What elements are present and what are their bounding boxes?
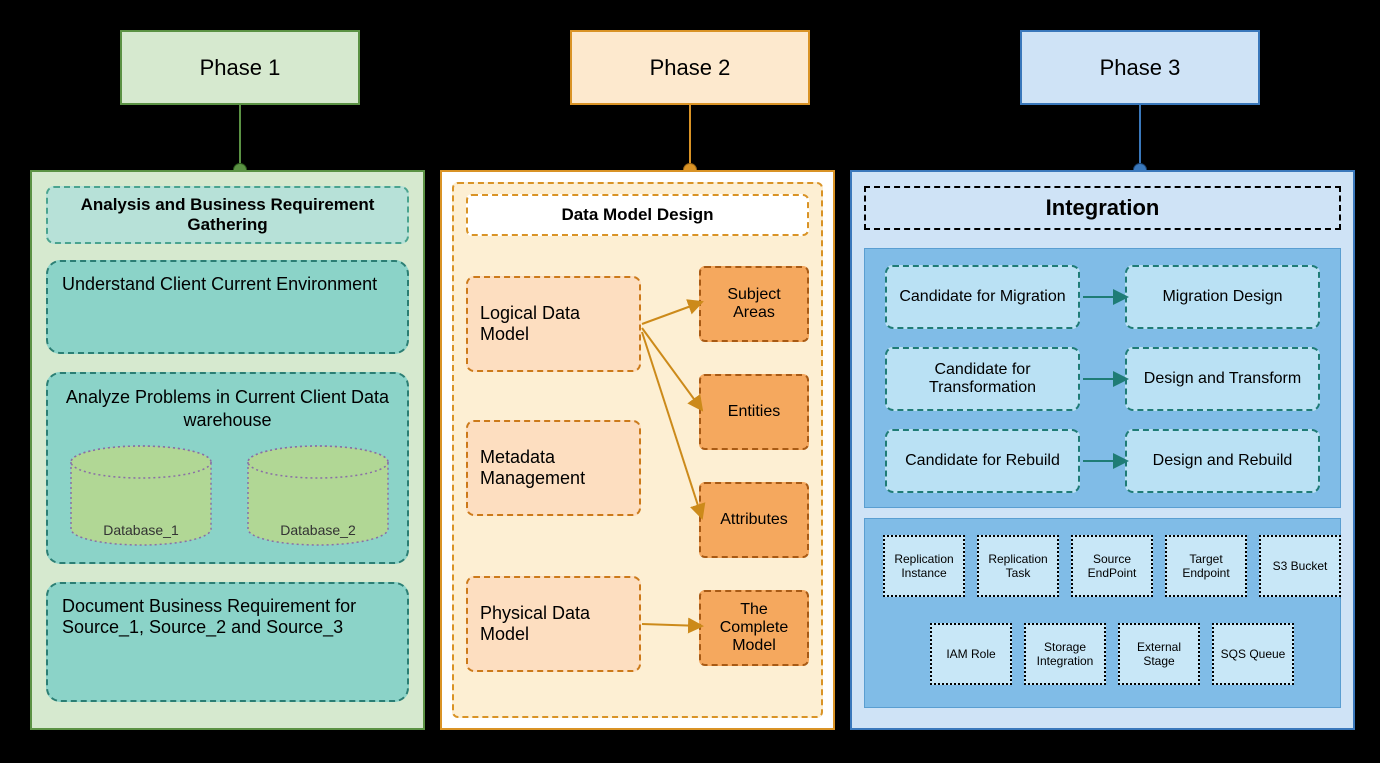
phase1-header: Phase 1	[120, 30, 360, 105]
phase3-panel: Integration Candidate for Migration Cand…	[850, 170, 1355, 730]
phase3-small-target-endpoint: Target Endpoint	[1165, 535, 1247, 597]
phase3-small-sqs-queue: SQS Queue	[1212, 623, 1294, 685]
phase3-upper: Candidate for Migration Candidate for Tr…	[864, 248, 1341, 508]
phase2-box-physical-data-model: Physical Data Model	[466, 576, 641, 672]
phase2-inner: Data Model Design Logical Data Model Met…	[452, 182, 823, 718]
phase2-box-entities: Entities	[699, 374, 809, 450]
phase1-box-understand-environment: Understand Client Current Environment	[46, 260, 409, 354]
phase2-box-metadata-management: Metadata Management	[466, 420, 641, 516]
phase2-box-subject-areas: Subject Areas	[699, 266, 809, 342]
phase1-box2-title: Analyze Problems in Current Client Data …	[62, 386, 393, 433]
phase2-connector	[689, 105, 691, 170]
phase3-box-migration-design: Migration Design	[1125, 265, 1320, 329]
phase3-title: Integration	[864, 186, 1341, 230]
database1-icon: Database_1	[66, 444, 216, 554]
phase1-box-document-requirements: Document Business Requirement for Source…	[46, 582, 409, 702]
database2-icon: Database_2	[243, 444, 393, 554]
database2-label: Database_2	[243, 522, 393, 538]
phase2-box-logical-data-model: Logical Data Model	[466, 276, 641, 372]
phase3-box-design-transform: Design and Transform	[1125, 347, 1320, 411]
database1-label: Database_1	[66, 522, 216, 538]
diagram-canvas: Phase 1 Phase 2 Phase 3 Analysis and Bus…	[0, 0, 1380, 763]
phase3-box-candidate-migration: Candidate for Migration	[885, 265, 1080, 329]
phase3-small-replication-instance: Replication Instance	[883, 535, 965, 597]
phase3-small-replication-task: Replication Task	[977, 535, 1059, 597]
phase3-connector	[1139, 105, 1141, 170]
phase3-box-candidate-rebuild: Candidate for Rebuild	[885, 429, 1080, 493]
phase2-box-complete-model: The Complete Model	[699, 590, 809, 666]
phase1-title: Analysis and Business Requirement Gather…	[46, 186, 409, 244]
phase3-small-storage-integration: Storage Integration	[1024, 623, 1106, 685]
phase1-panel: Analysis and Business Requirement Gather…	[30, 170, 425, 730]
phase3-header: Phase 3	[1020, 30, 1260, 105]
phase2-title: Data Model Design	[466, 194, 809, 236]
phase3-box-design-rebuild: Design and Rebuild	[1125, 429, 1320, 493]
phase2-panel: Data Model Design Logical Data Model Met…	[440, 170, 835, 730]
phase2-header: Phase 2	[570, 30, 810, 105]
phase3-small-s3-bucket: S3 Bucket	[1259, 535, 1341, 597]
phase3-lower: Replication Instance Replication Task So…	[864, 518, 1341, 708]
phase1-box-analyze-problems: Analyze Problems in Current Client Data …	[46, 372, 409, 564]
phase3-small-iam-role: IAM Role	[930, 623, 1012, 685]
phase1-connector	[239, 105, 241, 170]
phase2-box-attributes: Attributes	[699, 482, 809, 558]
phase3-small-source-endpoint: Source EndPoint	[1071, 535, 1153, 597]
phase3-small-external-stage: External Stage	[1118, 623, 1200, 685]
phase3-box-candidate-transformation: Candidate for Transformation	[885, 347, 1080, 411]
